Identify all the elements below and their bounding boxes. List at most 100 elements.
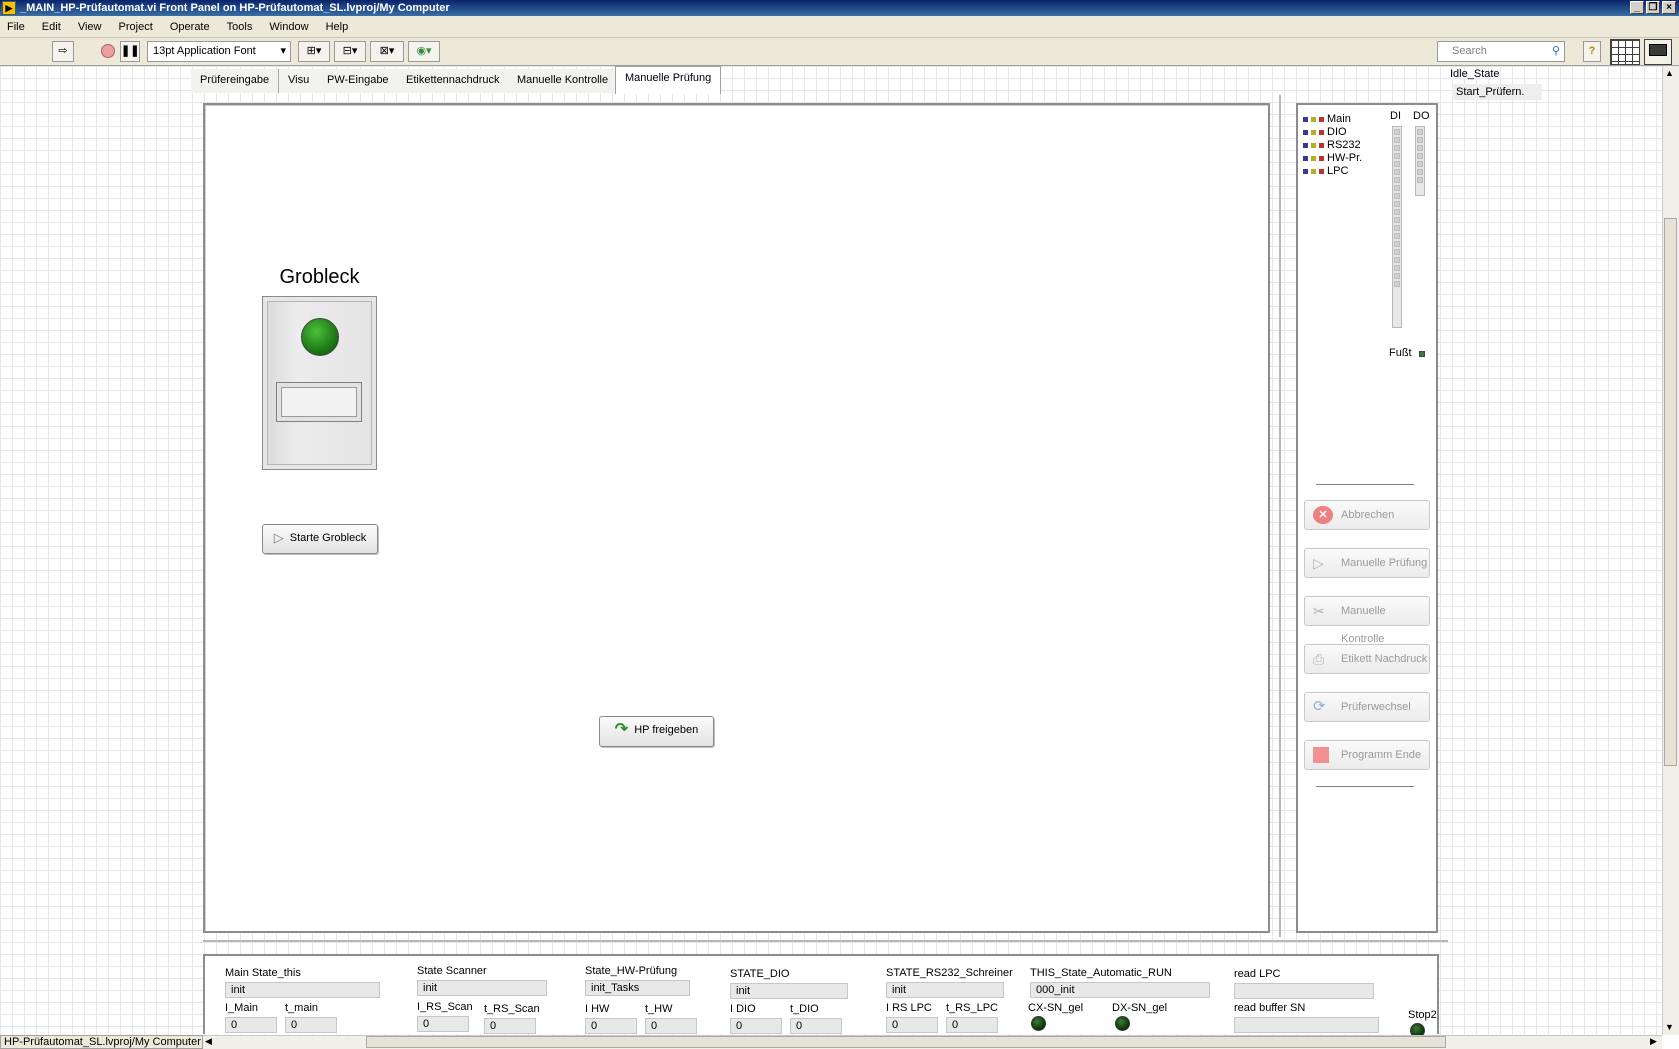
scroll-up-arrow-icon[interactable]: ▲ (1665, 68, 1674, 78)
title-bar: ▶ _MAIN_HP-Prüfautomat.vi Front Panel on… (0, 0, 1679, 16)
menu-file[interactable]: File (0, 16, 32, 38)
i-hw-label: I HW (585, 1003, 610, 1015)
do-label: DO (1413, 110, 1430, 122)
connector-pane-icon[interactable] (1610, 39, 1640, 65)
start-grobleck-button[interactable]: ▷ Starte Grobleck (262, 524, 378, 554)
t-dio-field: 0 (790, 1018, 842, 1034)
run-arrow-icon: ⇨ (58, 45, 68, 57)
automatic-run-field: 000_init (1030, 982, 1210, 998)
main-state-field: init (225, 982, 380, 998)
stop-icon (1313, 747, 1329, 763)
search-input[interactable]: Search ⚲ (1437, 41, 1565, 62)
tab-visu[interactable]: Visu (279, 69, 320, 93)
menu-operate[interactable]: Operate (163, 16, 217, 38)
i-hw-field: 0 (585, 1018, 637, 1034)
scroll-right-arrow-icon[interactable]: ▶ (1650, 1036, 1657, 1047)
state-hw-pruefung-label: State_HW-Prüfung (585, 965, 678, 977)
menu-view[interactable]: View (71, 16, 109, 38)
close-button[interactable]: × (1662, 1, 1676, 14)
tab-pruefereingabe[interactable]: Prüfereingabe (191, 69, 280, 93)
state-rs232-label: STATE_RS232_Schreiner (886, 967, 1013, 979)
state-rs232-field: init (886, 982, 1004, 998)
manuelle-pruefung-button[interactable]: ▷ Manuelle Prüfung (1304, 548, 1430, 578)
legend-hw-pr: HW-Pr. (1303, 152, 1362, 164)
project-status-label: HP-Prüfautomat_SL.lvproj/My Computer (0, 1035, 203, 1049)
abbrechen-button[interactable]: ✕ Abbrechen (1304, 500, 1430, 530)
menu-project[interactable]: Project (112, 16, 160, 38)
read-lpc-field (1234, 983, 1374, 999)
state-list-item-start[interactable]: Start_Prüfern. (1452, 84, 1542, 100)
fusst-label: Fußt (1389, 347, 1412, 359)
t-hw-label: t_HW (645, 1003, 673, 1015)
cancel-icon: ✕ (1313, 506, 1333, 524)
legend-rs232: RS232 (1303, 139, 1361, 151)
automatic-run-label: THIS_State_Automatic_RUN (1030, 967, 1172, 979)
abort-button[interactable] (98, 41, 118, 62)
vi-icon[interactable] (1644, 39, 1672, 65)
vertical-scroll-thumb[interactable] (1664, 218, 1677, 766)
state-list-item-idle[interactable]: Idle_State (1448, 66, 1662, 84)
t-rs-lpc-field: 0 (946, 1017, 998, 1033)
main-state-label: Main State_this (225, 967, 301, 979)
state-hw-pruefung-field: init_Tasks (585, 980, 690, 996)
menu-bar: File Edit View Project Operate Tools Win… (0, 16, 1679, 38)
tools-icon: ✂ (1313, 603, 1325, 619)
fusst-led (1419, 351, 1425, 357)
chevron-down-icon: ▾ (280, 45, 286, 57)
do-led-array (1415, 126, 1425, 196)
manuelle-kontrolle-button[interactable]: ✂ Manuelle Kontrolle (1304, 596, 1430, 645)
run-button[interactable]: ⇨ (52, 41, 74, 62)
t-main-label: t_main (285, 1002, 319, 1014)
panel-splitter[interactable] (1279, 95, 1281, 937)
legend-lpc: LPC (1303, 165, 1348, 177)
horizontal-scroll-thumb[interactable] (366, 1036, 1446, 1048)
cx-sn-label: CX-SN_gel (1028, 1002, 1084, 1014)
help-button[interactable]: ? (1583, 41, 1601, 62)
grobleck-status-led (301, 318, 339, 356)
tab-etikettennachdruck[interactable]: Etikettennachdruck (397, 69, 510, 93)
help-icon: ? (1588, 45, 1596, 57)
menu-tools[interactable]: Tools (220, 16, 260, 38)
t-hw-field: 0 (645, 1018, 697, 1034)
minimize-button[interactable]: _ (1630, 1, 1644, 14)
menu-help[interactable]: Help (319, 16, 356, 38)
scroll-down-arrow-icon[interactable]: ▼ (1665, 1022, 1674, 1032)
menu-edit[interactable]: Edit (35, 16, 68, 38)
tab-pw-eingabe[interactable]: PW-Eingabe (318, 69, 399, 93)
i-dio-field: 0 (730, 1018, 782, 1034)
prueferwechsel-button[interactable]: ⟳ Prüferwechsel (1304, 692, 1430, 722)
t-rs-lpc-label: t_RS_LPC (946, 1002, 998, 1014)
font-select[interactable]: 13pt Application Font ▾ (147, 41, 291, 62)
play-icon: ▷ (273, 530, 284, 546)
horizontal-splitter[interactable] (203, 940, 1448, 942)
dx-sn-led (1115, 1016, 1130, 1031)
etikett-nachdruck-button[interactable]: ⎙ Etikett Nachdruck (1304, 644, 1430, 674)
menu-window[interactable]: Window (262, 16, 315, 38)
pause-icon: ❚❚ (121, 45, 140, 57)
state-dio-label: STATE_DIO (730, 968, 790, 980)
hp-freigeben-button[interactable]: ↷ HP freigeben (599, 716, 714, 747)
reorder-button[interactable]: ◉▾ (408, 41, 440, 62)
restore-button[interactable]: ❐ (1646, 1, 1660, 14)
tab-manuelle-kontrolle[interactable]: Manuelle Kontrolle (508, 69, 619, 93)
di-label: DI (1390, 110, 1401, 122)
di-led-array (1392, 126, 1402, 328)
reorder-icon: ◉▾ (416, 45, 432, 57)
i-rs-lpc-field: 0 (886, 1017, 938, 1033)
i-rs-lpc-label: I RS LPC (886, 1002, 932, 1014)
tab-manuelle-pruefung[interactable]: Manuelle Prüfung (615, 66, 722, 94)
stop2-label: Stop2 (1408, 1009, 1437, 1021)
read-buffer-sn-label: read buffer SN (1234, 1002, 1306, 1014)
align-objects-button[interactable]: ⊞▾ (298, 41, 330, 62)
distribute-objects-button[interactable]: ⊟▾ (334, 41, 366, 62)
programm-ende-button[interactable]: Programm Ende (1304, 740, 1430, 770)
read-buffer-sn-field (1234, 1017, 1379, 1033)
t-rs-scan-label: t_RS_Scan (484, 1003, 540, 1015)
green-arrow-icon: ↷ (614, 721, 629, 739)
t-dio-label: t_DIO (790, 1003, 819, 1015)
resize-objects-button[interactable]: ⊠▾ (370, 41, 404, 62)
scroll-left-arrow-icon[interactable]: ◀ (205, 1036, 212, 1047)
pause-button[interactable]: ❚❚ (120, 41, 140, 62)
distribute-icon: ⊟▾ (342, 45, 358, 57)
stop-circle-icon (101, 44, 115, 58)
